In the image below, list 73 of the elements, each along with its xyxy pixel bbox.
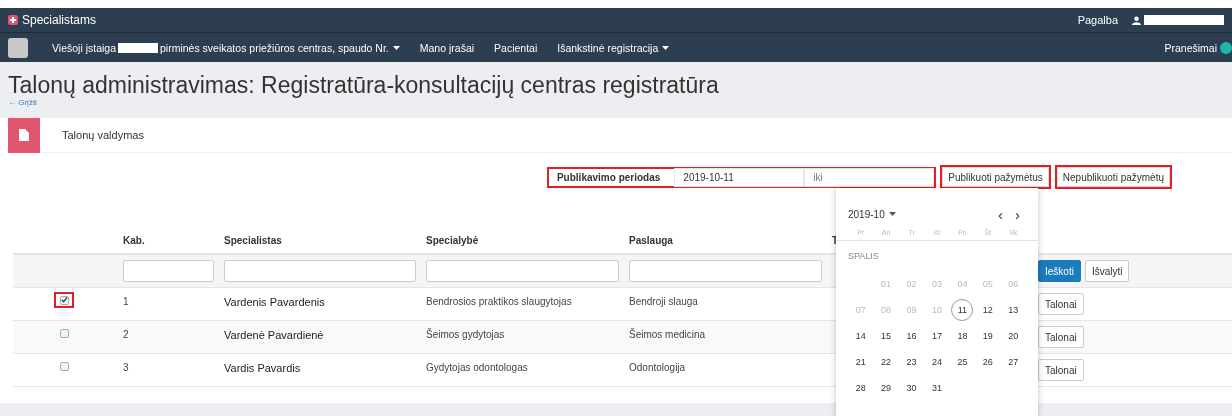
- calendar-day[interactable]: 15: [875, 323, 898, 349]
- table-cell-text: Vardenis Pavardenis: [224, 295, 326, 308]
- publish-button[interactable]: Nepublikuoti pažymėtų: [1054, 165, 1172, 189]
- nav-menu-item[interactable]: Mano įrašai: [419, 41, 475, 54]
- previous-month-button[interactable]: ‹: [992, 205, 1009, 223]
- panel-title: Talonų valdymas: [62, 129, 144, 141]
- table-cell-text: 3: [123, 361, 130, 373]
- nav-menu-item[interactable]: Išankstinė registracija: [557, 41, 670, 54]
- calendar-day[interactable]: 22: [875, 349, 898, 375]
- table-cell-text: 1: [123, 295, 130, 307]
- document-icon: [19, 129, 29, 141]
- vouchers-button[interactable]: Talonai: [1038, 293, 1084, 315]
- brand-name[interactable]: Specialistams: [22, 13, 97, 27]
- calendar-day[interactable]: 24: [926, 349, 948, 375]
- vouchers-button[interactable]: Talonai: [1038, 326, 1084, 348]
- table-cell-text: Vardenė Pavardienė: [224, 328, 325, 341]
- calendar-day[interactable]: 14: [849, 323, 872, 349]
- calendar-day[interactable]: 25: [951, 349, 974, 375]
- notification-badge: [1220, 41, 1232, 54]
- calendar-day[interactable]: 28: [849, 375, 872, 401]
- calendar-day[interactable]: 18: [951, 323, 974, 349]
- calendar-day[interactable]: 31: [926, 375, 948, 401]
- table-cell-text: Odontologija: [629, 361, 687, 373]
- table-cell-text: Šeimos medicina: [629, 327, 707, 340]
- table-cell-text: Gydytojas odontologas: [426, 361, 529, 373]
- filter-field[interactable]: [629, 260, 822, 282]
- calendar-day[interactable]: 27: [1002, 349, 1025, 375]
- date-from-field[interactable]: 2019-10-11: [674, 167, 805, 187]
- date-to-field[interactable]: iki: [804, 167, 935, 187]
- column-header: Paslauga: [629, 234, 674, 246]
- vouchers-button[interactable]: Talonai: [1038, 359, 1084, 381]
- cross-logo-icon: [8, 15, 18, 25]
- calendar-day[interactable]: 19: [976, 323, 999, 349]
- table-cell-text: Vardis Pavardis: [224, 361, 302, 374]
- calendar-day[interactable]: 30: [900, 375, 923, 401]
- month-selector[interactable]: 2019-10: [848, 208, 896, 220]
- clear-button[interactable]: Išvalyti: [1084, 260, 1130, 282]
- calendar-day[interactable]: 21: [849, 349, 872, 375]
- calendar-day[interactable]: 12: [976, 297, 999, 323]
- caret-icon: [888, 212, 896, 216]
- calendar-day[interactable]: 29: [875, 375, 898, 401]
- table-cell-text: 2: [123, 328, 130, 340]
- calendar-day[interactable]: 13: [1002, 297, 1025, 323]
- help-link[interactable]: Pagalba: [1077, 14, 1118, 26]
- user-icon: [1132, 15, 1141, 25]
- filter-field[interactable]: [224, 260, 416, 282]
- calendar-day[interactable]: 26: [976, 349, 999, 375]
- next-month-button[interactable]: ›: [1009, 205, 1026, 223]
- table-cell-text: Bendrosios praktikos slaugytojas: [426, 295, 573, 307]
- search-button[interactable]: Ieškoti: [1038, 260, 1081, 282]
- column-header: Specialybė: [426, 234, 480, 246]
- nav-menu-item[interactable]: Viešoji įstaiga pirminės sveikatos priežiūros centras, spaudo Nr.: [52, 41, 400, 54]
- row-checkbox[interactable]: [59, 361, 69, 371]
- filter-field[interactable]: [426, 260, 619, 282]
- table-cell-text: Šeimos gydytojas: [426, 327, 506, 340]
- nav-menu-item[interactable]: Pacientai: [494, 41, 538, 54]
- filter-field[interactable]: [123, 260, 214, 282]
- publish-period-label: Publikavimo periodas: [555, 171, 662, 183]
- calendar-day[interactable]: 16: [900, 323, 923, 349]
- row-checkbox[interactable]: [59, 295, 69, 305]
- row-checkbox[interactable]: [59, 328, 69, 338]
- table-cell-text: Bendroji slauga: [629, 295, 699, 307]
- calendar-day[interactable]: 23: [900, 349, 923, 375]
- column-header: Specialistas: [224, 234, 283, 246]
- notifications-link[interactable]: Pranešimai: [1164, 41, 1217, 54]
- avatar-silhouette[interactable]: [8, 37, 28, 58]
- calendar-day[interactable]: 17: [926, 323, 948, 349]
- column-header: Kab.: [123, 234, 146, 246]
- calendar-day[interactable]: 20: [1002, 323, 1025, 349]
- month-name: SPALIS: [848, 250, 880, 263]
- page-title: Talonų administravimas: Registratūra-konsultacijų centras registratūra: [8, 72, 720, 98]
- publish-button[interactable]: Publikuoti pažymėtus: [940, 165, 1051, 189]
- back-link[interactable]: ← Grįžti: [8, 98, 1224, 107]
